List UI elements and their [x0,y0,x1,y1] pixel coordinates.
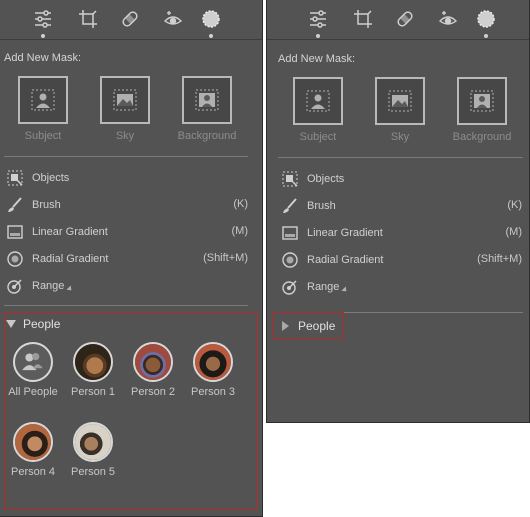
add-new-mask-label: Add New Mask: [4,52,82,64]
radial-gradient-shortcut: (Shift+M) [203,252,248,264]
edit-sliders-icon[interactable] [307,8,329,38]
tool-label: Radial Gradient [307,254,384,266]
tool-linear-gradient[interactable]: Linear Gradient [6,221,108,243]
edit-sliders-icon[interactable] [32,8,54,38]
edit-toolbar [0,0,262,40]
tool-linear-gradient[interactable]: Linear Gradient [281,222,383,244]
subject-label: Subject [24,130,62,142]
range-dropdown-icon[interactable] [66,285,74,293]
highlight-box [273,312,344,339]
highlight-box [4,312,258,509]
tool-radial-gradient[interactable]: Radial Gradient [6,248,108,270]
objects-icon [6,169,24,187]
healing-icon[interactable] [394,8,416,30]
add-new-mask-label: Add New Mask: [278,53,356,65]
tool-objects[interactable]: Objects [281,168,344,190]
linear-gradient-icon [6,223,24,241]
background-label: Background [177,130,237,142]
tool-range[interactable]: Range [6,275,74,297]
subject-mask-button[interactable] [293,77,343,125]
linear-gradient-shortcut: (M) [231,225,249,237]
sky-mask-button[interactable] [375,77,425,125]
tool-label: Objects [307,173,345,185]
tool-label: Range [32,280,65,292]
background-mask-button[interactable] [182,76,232,124]
subject-label: Subject [299,131,337,143]
tool-label: Linear Gradient [307,227,383,239]
crop-icon[interactable] [77,8,99,30]
masking-panel-expanded: Add New Mask: Subject Sky Background Obj… [0,0,263,517]
red-eye-icon[interactable] [162,8,184,30]
tool-label: Radial Gradient [32,253,109,265]
tool-brush[interactable]: Brush [6,194,61,216]
tool-label: Linear Gradient [32,226,108,238]
sky-icon [113,89,137,111]
subject-icon [306,90,330,112]
red-eye-icon[interactable] [437,8,459,30]
radial-gradient-icon [6,250,24,268]
background-icon [195,89,219,111]
tool-objects[interactable]: Objects [6,167,69,189]
tool-radial-gradient[interactable]: Radial Gradient [281,249,383,271]
objects-icon [281,170,299,188]
masking-icon[interactable] [200,8,222,38]
edit-toolbar [267,0,529,40]
range-icon [6,277,24,295]
masking-panel-collapsed: Add New Mask: Subject Sky Background Obj… [266,0,530,423]
tool-label: Objects [32,172,70,184]
radial-gradient-shortcut: (Shift+M) [477,253,522,265]
divider [278,157,523,158]
subject-mask-button[interactable] [18,76,68,124]
sky-label: Sky [115,130,135,142]
divider [4,305,248,306]
brush-shortcut: (K) [233,198,248,210]
background-icon [470,90,494,112]
range-icon [281,278,299,296]
sky-icon [388,90,412,112]
sky-mask-button[interactable] [100,76,150,124]
healing-icon[interactable] [119,8,141,30]
tool-brush[interactable]: Brush [281,195,336,217]
brush-icon [281,197,299,215]
radial-gradient-icon [281,251,299,269]
subject-icon [31,89,55,111]
brush-shortcut: (K) [507,199,522,211]
linear-gradient-icon [281,224,299,242]
tool-label: Brush [307,200,336,212]
divider [4,156,248,157]
range-dropdown-icon[interactable] [341,286,349,294]
sky-label: Sky [390,131,410,143]
background-mask-button[interactable] [457,77,507,125]
tool-label: Brush [32,199,61,211]
crop-icon[interactable] [352,8,374,30]
masking-icon[interactable] [475,8,497,38]
tool-label: Range [307,281,340,293]
brush-icon [6,196,24,214]
linear-gradient-shortcut: (M) [505,226,523,238]
tool-range[interactable]: Range [281,276,349,298]
background-label: Background [452,131,512,143]
